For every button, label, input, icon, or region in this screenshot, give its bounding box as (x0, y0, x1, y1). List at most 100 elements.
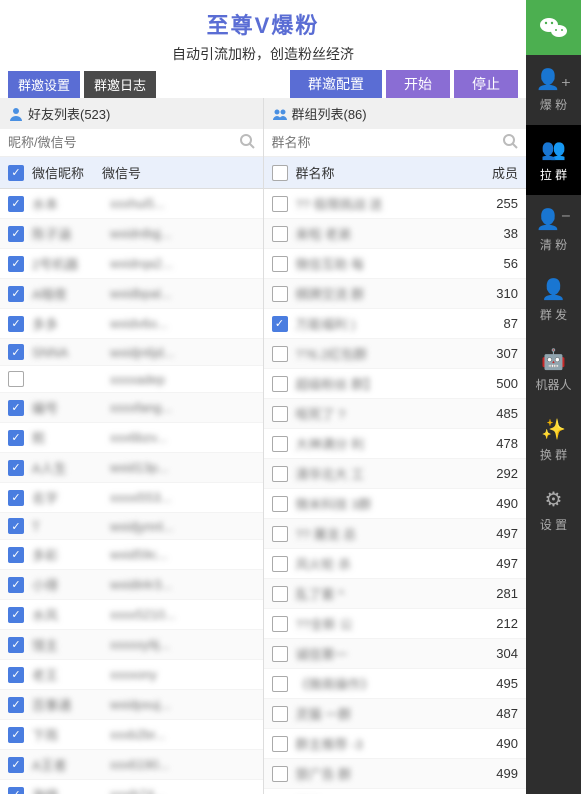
checkbox[interactable] (272, 196, 288, 212)
group-row[interactable]: 风火轮 杀497 (264, 549, 527, 579)
checkbox[interactable] (272, 226, 288, 242)
checkbox[interactable]: ✓ (8, 460, 24, 476)
group-row[interactable]: ??6.2红包群307 (264, 339, 527, 369)
group-row[interactable]: ??全新 公212 (264, 609, 527, 639)
checkbox[interactable]: ✓ (8, 316, 24, 332)
checkbox[interactable]: ✓ (8, 430, 24, 446)
checkbox[interactable]: ✓ (272, 316, 288, 332)
checkbox[interactable]: ✓ (8, 518, 24, 534)
friend-row[interactable]: ✓百事通wxidpxuj... (0, 690, 263, 720)
friend-row[interactable]: ✓水本xxxhui5... (0, 189, 263, 219)
group-row[interactable]: 灵猫 一群487 (264, 699, 527, 729)
group-row[interactable]: 呕死了 ?485 (264, 399, 527, 429)
group-row[interactable]: 超级粉丝 群】500 (264, 369, 527, 399)
group-row[interactable]: 大神满分 利478 (264, 429, 527, 459)
checkbox[interactable]: ✓ (8, 667, 24, 683)
group-row[interactable]: 乱了套 ^281 (264, 579, 527, 609)
group-row[interactable]: 禁广告 群499 (264, 759, 527, 789)
sidebar-item-4[interactable]: 🤖机器人 (526, 335, 581, 405)
search-icon[interactable] (502, 133, 518, 152)
checkbox[interactable]: ✓ (8, 757, 24, 773)
checkbox[interactable]: ✓ (8, 697, 24, 713)
friend-row[interactable]: ✓下雨xxxb2br... (0, 720, 263, 750)
checkbox[interactable] (272, 256, 288, 272)
sidebar-item-3[interactable]: 👤群 发 (526, 265, 581, 335)
group-row[interactable]: 清华北大 工292 (264, 459, 527, 489)
group-row[interactable]: 微信互助 每56 (264, 249, 527, 279)
checkbox[interactable]: ✓ (8, 637, 24, 653)
sidebar-item-6[interactable]: ⚙设 置 (526, 475, 581, 545)
friend-row[interactable]: ✓A人生wxid13p... (0, 453, 263, 483)
checkbox[interactable]: ✓ (8, 787, 24, 794)
friend-row[interactable]: ✓水风xxxx5210... (0, 600, 263, 630)
checkbox[interactable]: ✓ (8, 490, 24, 506)
tab-group-settings[interactable]: 群邀设置 (8, 71, 80, 98)
tab-group-log[interactable]: 群邀日志 (84, 71, 156, 98)
friend-row[interactable]: ✓SNNAwxidjn6jd... (0, 339, 263, 366)
config-button[interactable]: 群邀配置 (290, 70, 382, 98)
checkbox[interactable] (272, 286, 288, 302)
wechat-logo[interactable] (526, 0, 581, 55)
friend-row[interactable]: ✓熙xxx6bzv... (0, 423, 263, 453)
stop-button[interactable]: 停止 (454, 70, 518, 98)
checkbox[interactable]: ✓ (8, 607, 24, 623)
friend-row[interactable]: ✓名字xxxxi553... (0, 483, 263, 513)
sidebar-item-2[interactable]: 👤⁻清 粉 (526, 195, 581, 265)
groups-search-input[interactable] (272, 135, 503, 150)
checkbox[interactable] (272, 346, 288, 362)
friend-row[interactable]: ✓老王xxxxony (0, 660, 263, 690)
checkbox[interactable]: ✓ (8, 577, 24, 593)
friend-row[interactable]: xxxxadep (0, 366, 263, 393)
group-row[interactable]: 拓粉 497 (264, 789, 527, 794)
checkbox[interactable] (272, 736, 288, 752)
checkbox[interactable] (272, 466, 288, 482)
friend-row[interactable]: ✓多多wxidv6o... (0, 309, 263, 339)
checkbox[interactable] (8, 371, 24, 387)
checkbox[interactable]: ✓ (8, 547, 24, 563)
checkbox[interactable] (272, 616, 288, 632)
checkbox[interactable] (272, 586, 288, 602)
friend-row[interactable]: ✓A王者xxx6190... (0, 750, 263, 780)
checkbox[interactable] (272, 496, 288, 512)
group-row[interactable]: 棋牌交流 群310 (264, 279, 527, 309)
start-button[interactable]: 开始 (386, 70, 450, 98)
group-row[interactable]: 诚信第一304 (264, 639, 527, 669)
group-row[interactable]: ?? 屠龙 总497 (264, 519, 527, 549)
checkbox[interactable] (272, 376, 288, 392)
checkbox[interactable] (272, 646, 288, 662)
friend-row[interactable]: ✓陈子涵wxidn8qj... (0, 219, 263, 249)
checkbox[interactable]: ✓ (8, 256, 24, 272)
friend-row[interactable]: ✓2号机器wxidrqa2... (0, 249, 263, 279)
checkbox[interactable]: ✓ (8, 344, 24, 360)
checkbox[interactable] (272, 406, 288, 422)
search-icon[interactable] (239, 133, 255, 152)
group-row[interactable]: 来啦 老弟38 (264, 219, 527, 249)
groups-select-all[interactable] (272, 165, 288, 181)
friend-row[interactable]: ✓A暗夜wxidbpal... (0, 279, 263, 309)
friend-row[interactable]: ✓海绵xxxih74... (0, 780, 263, 794)
friend-row[interactable]: ✓Twxidjynnl... (0, 513, 263, 540)
group-row[interactable]: ✓万能福利 )87 (264, 309, 527, 339)
group-row[interactable]: 微米科技 3群490 (264, 489, 527, 519)
checkbox[interactable]: ✓ (8, 400, 24, 416)
checkbox[interactable]: ✓ (8, 286, 24, 302)
group-row[interactable]: 《微商操作》495 (264, 669, 527, 699)
checkbox[interactable] (272, 556, 288, 572)
friends-search-input[interactable] (8, 135, 239, 150)
checkbox[interactable] (272, 676, 288, 692)
sidebar-item-0[interactable]: 👤₊爆 粉 (526, 55, 581, 125)
group-row[interactable]: 群主推荐 -3490 (264, 729, 527, 759)
checkbox[interactable] (272, 706, 288, 722)
checkbox[interactable] (272, 526, 288, 542)
friend-row[interactable]: ✓编号xxxxfang... (0, 393, 263, 423)
sidebar-item-1[interactable]: 👥拉 群 (526, 125, 581, 195)
group-row[interactable]: ?? 极限挑战 送255 (264, 189, 527, 219)
checkbox[interactable]: ✓ (8, 226, 24, 242)
checkbox[interactable]: ✓ (8, 727, 24, 743)
friends-select-all[interactable]: ✓ (8, 165, 24, 181)
checkbox[interactable]: ✓ (8, 196, 24, 212)
friend-row[interactable]: ✓小得wxidit4r3... (0, 570, 263, 600)
sidebar-item-5[interactable]: ✨换 群 (526, 405, 581, 475)
friend-row[interactable]: ✓馆主xxxxxy9j... (0, 630, 263, 660)
checkbox[interactable] (272, 766, 288, 782)
